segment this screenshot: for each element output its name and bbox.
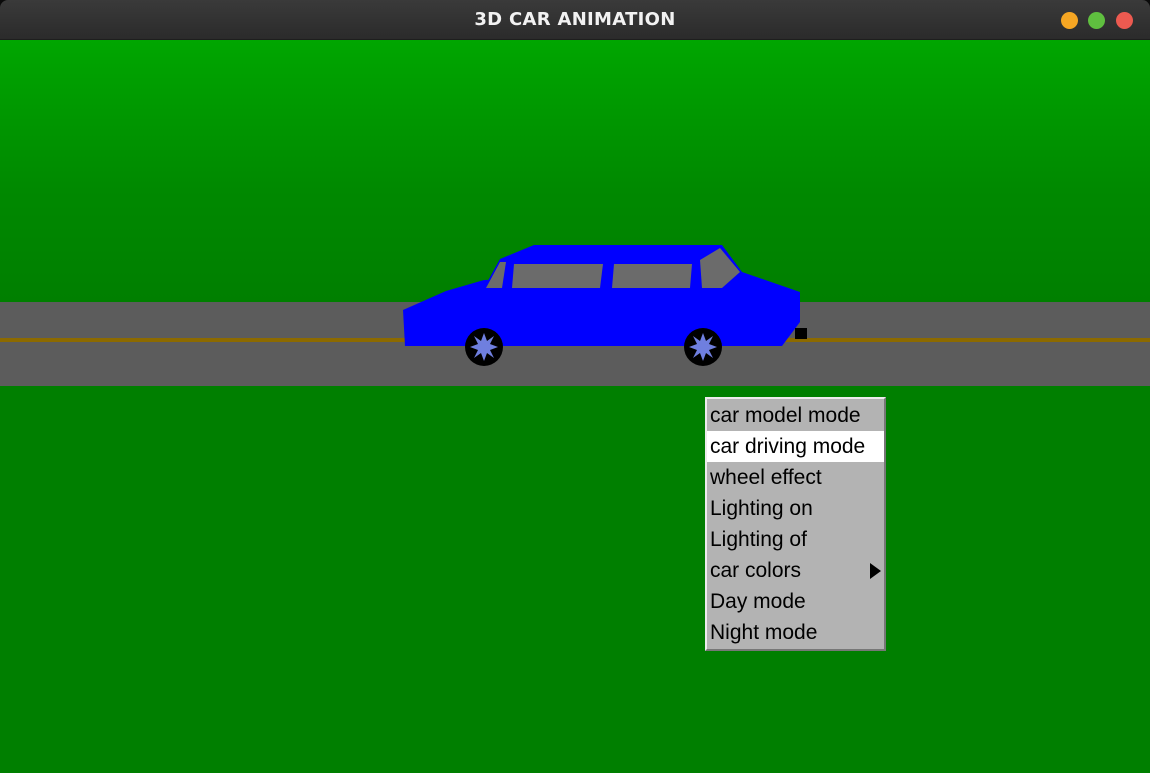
menu-item-label: Lighting on: [710, 497, 813, 520]
rear-wheel: [465, 328, 503, 366]
menu-item-label: car driving mode: [710, 435, 866, 458]
menu-item-lighting-off[interactable]: Lighting of: [707, 524, 884, 555]
menu-item-lighting-on[interactable]: Lighting on: [707, 493, 884, 524]
menu-item-wheel-effect[interactable]: wheel effect: [707, 462, 884, 493]
menu-item-label: Lighting of: [710, 528, 807, 551]
menu-item-car-driving-mode[interactable]: car driving mode: [707, 431, 884, 462]
menu-item-car-colors[interactable]: car colors: [707, 555, 884, 586]
opengl-canvas[interactable]: [0, 40, 1150, 773]
menu-item-label: car colors: [710, 559, 802, 582]
title-bar[interactable]: 3D CAR ANIMATION: [0, 0, 1150, 40]
menu-item-day-mode[interactable]: Day mode: [707, 586, 884, 617]
menu-item-label: car model mode: [710, 404, 861, 427]
window-title: 3D CAR ANIMATION: [474, 9, 676, 30]
car-window-middle: [512, 264, 603, 288]
menu-item-night-mode[interactable]: Night mode: [707, 617, 884, 648]
menu-item-label: Night mode: [710, 621, 818, 644]
scene-drawing: [0, 245, 1150, 386]
maximize-button[interactable]: [1088, 12, 1105, 29]
car-window-front: [612, 264, 692, 288]
front-wheel: [684, 328, 722, 366]
app-window: 3D CAR ANIMATION car model mode car driv…: [0, 0, 1150, 773]
close-button[interactable]: [1116, 12, 1133, 29]
car-body: [403, 272, 800, 346]
submenu-arrow-icon: [870, 563, 881, 579]
minimize-button[interactable]: [1061, 12, 1078, 29]
menu-item-label: wheel effect: [710, 466, 822, 489]
menu-item-car-model-mode[interactable]: car model mode: [707, 400, 884, 431]
menu-item-label: Day mode: [710, 590, 806, 613]
car-bumper: [795, 328, 807, 339]
context-menu: car model mode car driving mode wheel ef…: [705, 397, 886, 651]
